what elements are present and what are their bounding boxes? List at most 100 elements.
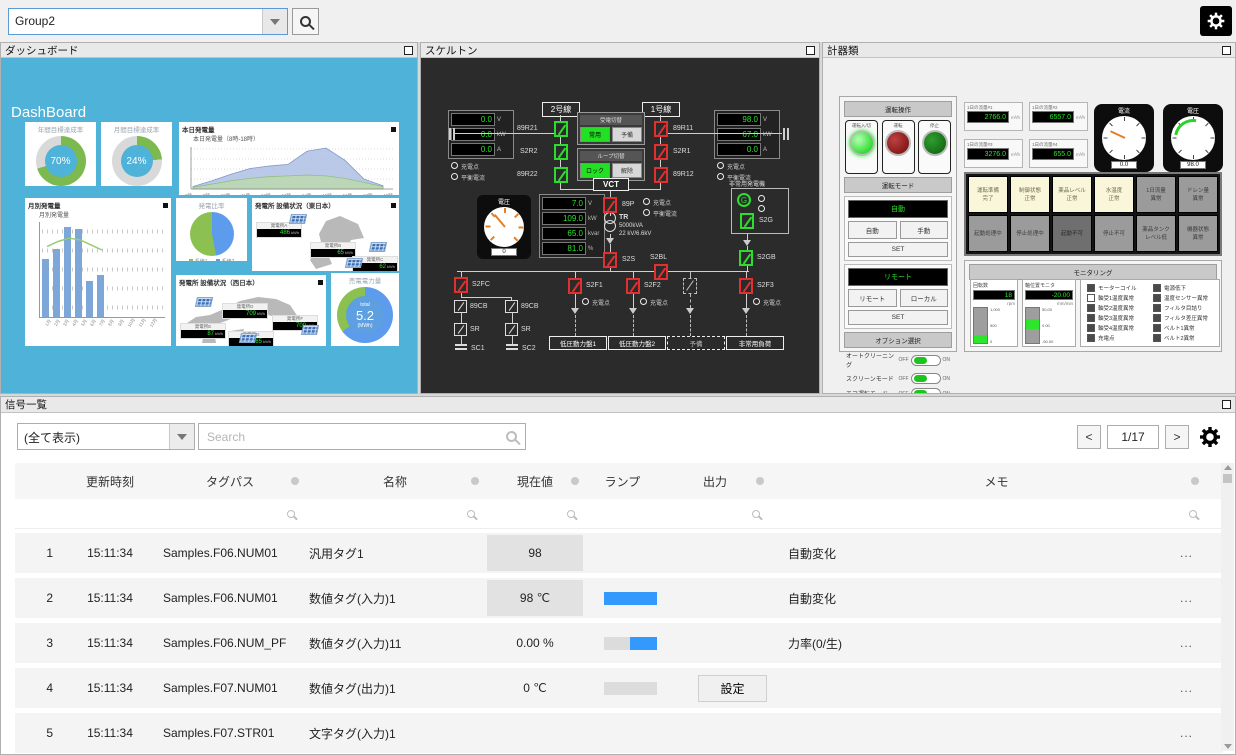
breaker-89R12[interactable]: [654, 167, 668, 183]
scroll-up-icon[interactable]: [1224, 465, 1232, 470]
breaker-S2F2[interactable]: [626, 278, 640, 294]
table-scrollbar[interactable]: [1221, 463, 1234, 751]
alarm-item[interactable]: モーターコイル: [1087, 284, 1147, 292]
alarm-item[interactable]: フィルタ目詰り: [1153, 304, 1213, 312]
scrollbar-thumb[interactable]: [1223, 474, 1232, 483]
device-89CB[interactable]: [454, 300, 467, 313]
alarm-item[interactable]: 軸受1温度異常: [1087, 294, 1147, 302]
local-button[interactable]: ローカル: [900, 289, 949, 307]
alarm-item[interactable]: ベルト1異常: [1153, 324, 1213, 332]
breaker-S2FC[interactable]: [454, 277, 468, 293]
table-row[interactable]: 2 15:11:34 Samples.F06.NUM01 数値タグ(入力)1 9…: [15, 578, 1223, 618]
breaker-89R11[interactable]: [654, 121, 668, 137]
status-tile[interactable]: 1日流量 異常: [1136, 176, 1176, 213]
maximize-icon[interactable]: [806, 46, 815, 55]
donut-total-tile[interactable]: 売電電力量 total 5.2 (MWh): [331, 273, 399, 346]
status-tile[interactable]: 起動処理中: [968, 215, 1008, 252]
push-button[interactable]: 運転入/切: [845, 120, 878, 174]
alarm-item[interactable]: フィルタ差圧異常: [1153, 314, 1213, 322]
checkbox[interactable]: [1087, 314, 1095, 322]
table-row[interactable]: 1 15:11:34 Samples.F06.NUM01 汎用タグ1 98 自動…: [15, 533, 1223, 573]
alarm-item[interactable]: 電源低下: [1153, 284, 1213, 292]
checkbox[interactable]: [1087, 284, 1095, 292]
checkbox[interactable]: [1087, 334, 1095, 342]
signal-filter-arrow[interactable]: [169, 424, 194, 449]
alarm-item[interactable]: 充電点: [1087, 334, 1147, 342]
breaker-89P[interactable]: [603, 197, 617, 213]
alarm-item[interactable]: 軸受2温度異常: [1087, 304, 1147, 312]
donut-year-tile[interactable]: 年間目標達成率 70%: [25, 122, 96, 186]
alarm-item[interactable]: 軸受3温度異常: [1087, 314, 1147, 322]
row-actions-ellipsis[interactable]: ...: [1180, 636, 1193, 650]
header-current-value[interactable]: 現在値: [485, 463, 585, 499]
header-tag-path[interactable]: タグパス: [155, 463, 305, 499]
remote-set-button[interactable]: SET: [848, 310, 948, 325]
sort-dot-icon[interactable]: [1191, 477, 1199, 485]
area-chart-tile[interactable]: 本日発電量 本日発電量（8時-18時） 8時9時10時11時12時13時14時1…: [179, 122, 399, 195]
maximize-icon[interactable]: [1222, 46, 1231, 55]
signal-filter-select[interactable]: (全て表示): [17, 423, 195, 450]
checkbox[interactable]: [1153, 284, 1161, 292]
push-button[interactable]: 運転: [882, 120, 915, 174]
header-memo[interactable]: メモ: [770, 463, 1223, 499]
map-east-tile[interactable]: 発電所 設備状況（東日本） 発電所A 486kWh 発電所B 65kWh 発電所…: [252, 198, 399, 271]
alarm-item[interactable]: ベルト2異常: [1153, 334, 1213, 342]
status-tile[interactable]: 停止処理中: [1010, 215, 1050, 252]
breaker-S2GB[interactable]: [739, 250, 753, 266]
group-select-arrow[interactable]: [262, 9, 287, 34]
breaker-S2R2[interactable]: [554, 144, 568, 160]
loop-on-button[interactable]: ロック: [580, 163, 610, 178]
filter-name[interactable]: [305, 499, 485, 528]
table-row[interactable]: 3 15:11:34 Samples.F06.NUM_PF 数値タグ(入力)11…: [15, 623, 1223, 663]
group-select[interactable]: Group2: [8, 8, 288, 35]
toggle-switch[interactable]: [911, 388, 941, 393]
sort-dot-icon[interactable]: [571, 477, 579, 485]
map-west-tile[interactable]: 発電所 設備状況（西日本） 発電所D 709kWh 発電所E 87kWh 発電所…: [176, 275, 326, 346]
header-update-time[interactable]: 更新時刻: [65, 463, 155, 499]
status-tile[interactable]: 機器状態 異常: [1178, 215, 1218, 252]
breaker-89R21[interactable]: [554, 121, 568, 137]
table-row[interactable]: 4 15:11:34 Samples.F07.NUM01 数値タグ(出力)1 0…: [15, 668, 1223, 708]
mode-manual-button[interactable]: 手動: [900, 221, 949, 239]
table-row[interactable]: 5 15:11:34 Samples.F07.STR01 文字タグ(入力)1 .…: [15, 713, 1223, 753]
status-tile[interactable]: 停止不可: [1094, 215, 1134, 252]
filter-tag-path[interactable]: [155, 499, 305, 528]
filter-memo[interactable]: [770, 499, 1223, 528]
toggle-switch[interactable]: [911, 373, 941, 384]
row-actions-ellipsis[interactable]: ...: [1180, 546, 1193, 560]
header-output[interactable]: 出力: [660, 463, 770, 499]
device-89CB[interactable]: [505, 300, 518, 313]
header-name[interactable]: 名称: [305, 463, 485, 499]
alarm-item[interactable]: 軸受4温度異常: [1087, 324, 1147, 332]
bar-chart-tile[interactable]: 月別発電量 月別発電量 1月2月3月4月5月6月7月8月9月10月11月12月: [25, 198, 171, 346]
set-button[interactable]: 設定: [698, 675, 767, 702]
row-actions-ellipsis[interactable]: ...: [1180, 726, 1193, 740]
pie-chart-tile[interactable]: 発電比率 系統1 系統2: [176, 198, 247, 261]
page-indicator[interactable]: 1/17: [1107, 425, 1159, 449]
receive-on-button[interactable]: 常用: [580, 127, 610, 142]
next-page-button[interactable]: >: [1165, 425, 1189, 449]
filter-output[interactable]: [660, 499, 770, 528]
toggle-switch[interactable]: [911, 355, 941, 366]
row-actions-ellipsis[interactable]: ...: [1180, 591, 1193, 605]
checkbox[interactable]: [1153, 314, 1161, 322]
status-tile[interactable]: 起動不可: [1052, 215, 1092, 252]
search-button[interactable]: [292, 8, 319, 35]
breaker-S2S[interactable]: [603, 252, 617, 268]
table-settings-button[interactable]: [1195, 422, 1225, 452]
maximize-icon[interactable]: [404, 46, 413, 55]
breaker-S2G[interactable]: [740, 213, 754, 229]
push-button[interactable]: 停止: [918, 120, 951, 174]
breaker-S2R1[interactable]: [654, 144, 668, 160]
checkbox[interactable]: [1087, 324, 1095, 332]
status-tile[interactable]: 薬品タンク レベル低: [1136, 215, 1176, 252]
breaker-spare[interactable]: [683, 278, 697, 294]
checkbox[interactable]: [1153, 304, 1161, 312]
maximize-icon[interactable]: [1222, 400, 1231, 409]
status-tile[interactable]: 運転準備 完了: [968, 176, 1008, 213]
breaker-S2F1[interactable]: [568, 278, 582, 294]
prev-page-button[interactable]: <: [1077, 425, 1101, 449]
sort-dot-icon[interactable]: [756, 477, 764, 485]
status-tile[interactable]: ドレン量 異常: [1178, 176, 1218, 213]
device-SR[interactable]: [454, 323, 467, 336]
